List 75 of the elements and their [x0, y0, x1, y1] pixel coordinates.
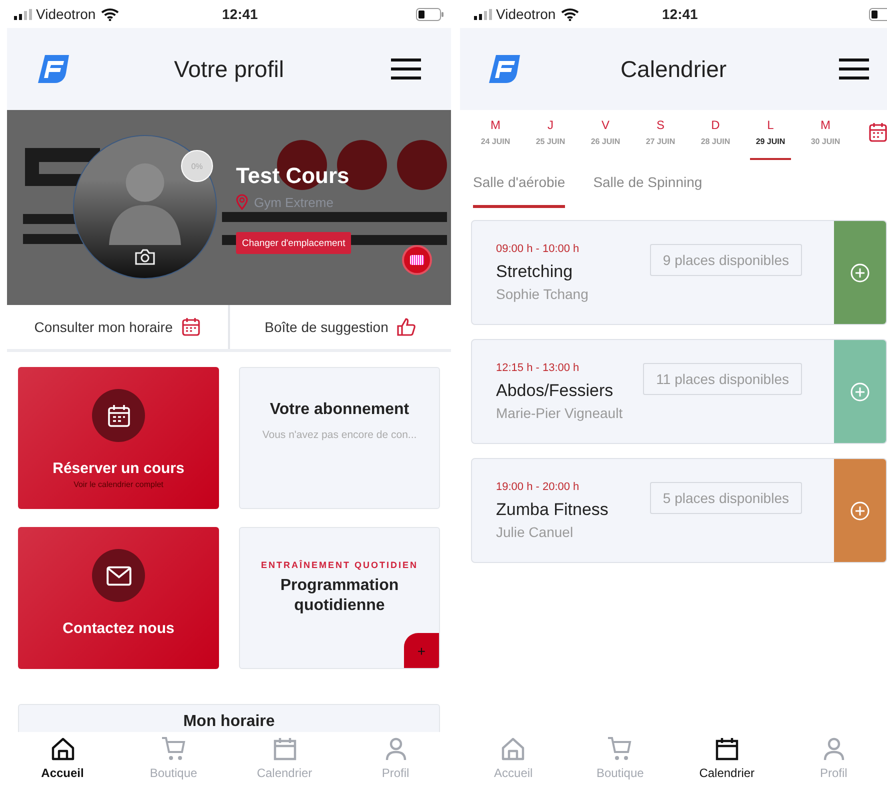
menu-tile[interactable]: Contactez nous	[18, 527, 219, 669]
menu-tile[interactable]: Votre abonnement Vous n'avez pas encore de con...	[239, 367, 440, 509]
plus-circle-icon	[850, 262, 870, 282]
signal-icon	[474, 8, 492, 20]
instructor-name: Marie-Pier Vigneault	[496, 405, 624, 421]
class-time: 09:00 h - 10:00 h	[496, 243, 580, 255]
room-tab[interactable]: Salle d'aérobie	[473, 172, 566, 208]
tile-title: Votre abonnement	[270, 400, 410, 418]
status-time: 12:41	[222, 6, 258, 22]
screen-title: Calendrier	[620, 56, 727, 82]
places-available: 9 places disponibles	[650, 244, 802, 276]
tab-bar-item[interactable]: Calendrier	[674, 732, 780, 788]
plus-circle-icon	[850, 500, 870, 520]
calendar-icon	[272, 736, 298, 762]
menu-tile[interactable]: Réserver un cours Voir le calendrier complet	[18, 367, 219, 509]
profile-name: Test Cours	[236, 163, 350, 189]
status-time: 12:41	[662, 6, 698, 22]
calendar-icon	[106, 404, 132, 428]
date-tab[interactable]: M 24 JUIN	[468, 118, 523, 160]
carrier-name: Videotron	[496, 6, 556, 22]
places-available: 11 places disponibles	[643, 362, 802, 394]
cart-icon	[160, 736, 186, 762]
menu-icon[interactable]	[391, 58, 421, 80]
thumbs-up-icon	[396, 317, 416, 337]
class-time: 12:15 h - 13:00 h	[496, 362, 580, 374]
change-location-button[interactable]: Changer d'emplacement	[236, 232, 352, 254]
tab-bar-item[interactable]: Accueil	[7, 732, 118, 788]
home-icon	[500, 736, 526, 762]
places-available: 5 places disponibles	[650, 482, 802, 514]
add-button[interactable]: +	[404, 633, 439, 668]
date-tab[interactable]: M 30 JUIN	[798, 118, 853, 160]
cart-icon	[607, 736, 634, 762]
menu-icon[interactable]	[839, 58, 869, 80]
location-pin-icon	[236, 194, 248, 210]
tile-title: Contactez nous	[62, 620, 174, 637]
plus-circle-icon	[850, 382, 870, 402]
date-tab[interactable]: J 25 JUIN	[523, 118, 578, 160]
class-name: Abdos/Fessiers	[496, 381, 614, 401]
tile-subtitle: Voir le calendrier complet	[74, 480, 164, 489]
quick-link[interactable]: Boîte de suggestion	[228, 305, 451, 349]
room-tab[interactable]: Salle de Spinning	[593, 172, 702, 208]
calendar-icon[interactable]	[869, 122, 887, 142]
tile-eyebrow: ENTRAÎNEMENT QUOTIDIEN	[260, 560, 418, 570]
instructor-name: Julie Canuel	[496, 524, 574, 540]
class-name: Stretching	[496, 262, 574, 282]
camera-icon[interactable]	[134, 248, 156, 266]
wifi-icon	[100, 8, 119, 20]
tile-title: Réserver un cours	[52, 460, 184, 477]
date-tab[interactable]: L 29 JUIN	[743, 118, 798, 160]
card-title: Mon horaire	[183, 713, 275, 732]
app-logo	[488, 54, 522, 84]
carrier-name: Videotron	[36, 6, 96, 22]
menu-tile[interactable]: ENTRAÎNEMENT QUOTIDIEN Programmation quotidienne +	[239, 527, 440, 669]
signal-icon	[14, 8, 32, 20]
tile-title: Programmation quotidienne	[279, 576, 400, 616]
instructor-name: Sophie Tchang	[496, 286, 590, 302]
date-tab[interactable]: D 28 JUIN	[688, 118, 743, 160]
calendar-icon	[714, 736, 740, 762]
class-card[interactable]: 09:00 h - 10:00 h Stretching Sophie Tchang 9 places disponibles	[471, 220, 887, 325]
battery-icon	[869, 8, 887, 20]
class-time: 19:00 h - 20:00 h	[496, 481, 580, 493]
date-tab[interactable]: S 27 JUIN	[633, 118, 688, 160]
battery-icon	[416, 8, 444, 20]
quick-link[interactable]: Consulter mon horaire	[7, 305, 228, 349]
class-card[interactable]: 19:00 h - 20:00 h Zumba Fitness Julie Canuel 5 places disponibles	[471, 458, 887, 563]
tile-subtitle: Vous n'avez pas encore de con...	[262, 428, 417, 440]
calendar-icon	[180, 317, 201, 337]
class-name: Zumba Fitness	[496, 500, 610, 520]
date-tab[interactable]: V 26 JUIN	[578, 118, 633, 160]
wifi-icon	[560, 8, 579, 20]
home-icon	[50, 736, 76, 762]
class-card[interactable]: 12:15 h - 13:00 h Abdos/Fessiers Marie-Pier Vigneault 11 places disponibles	[471, 339, 887, 444]
screen-title: Votre profil	[174, 56, 284, 82]
app-logo	[37, 54, 71, 84]
envelope-icon	[106, 564, 132, 588]
